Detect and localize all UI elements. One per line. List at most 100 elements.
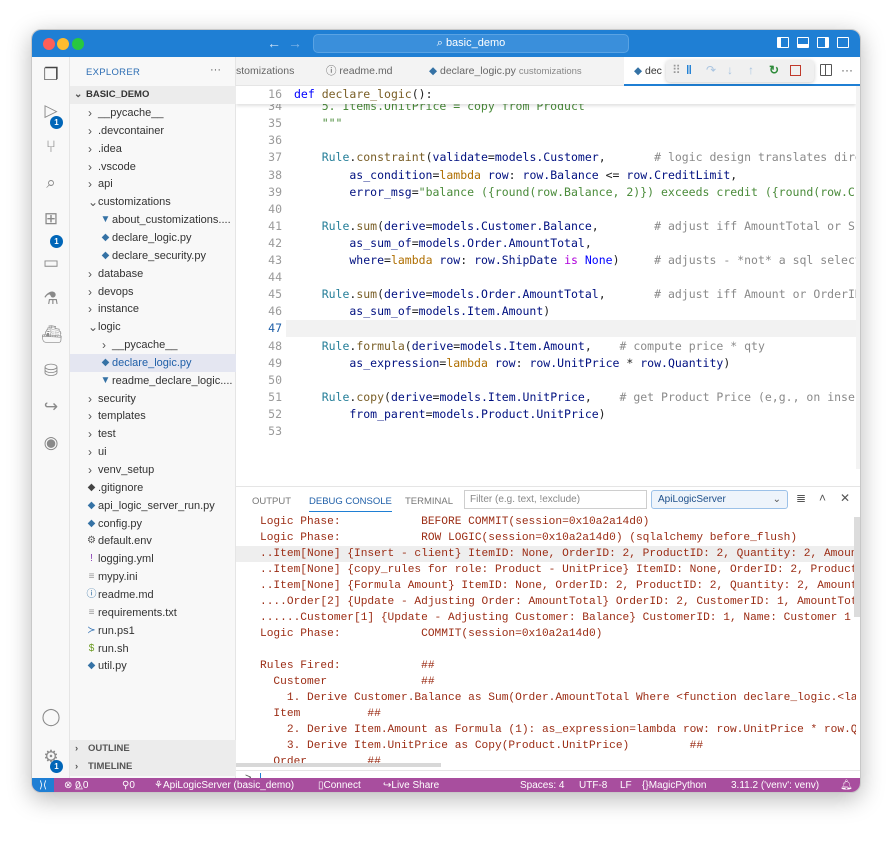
tree-item[interactable]: ◆ config.py [70, 515, 236, 533]
tree-item[interactable]: ⚙ default.env [70, 532, 236, 550]
docker-icon[interactable]: ⛴ [41, 325, 63, 345]
database-icon[interactable]: ⛁ [41, 361, 61, 381]
encoding-status[interactable]: UTF-8 [579, 778, 607, 792]
github-icon[interactable]: ◉ [41, 433, 61, 453]
tree-item[interactable]: ◆ api_logic_server_run.py [70, 497, 236, 515]
console-filter-input[interactable]: Filter (e.g. text, !exclude) [464, 490, 647, 509]
tree-item[interactable]: › ui [70, 443, 236, 461]
tab-declare-logic-customizations[interactable]: ◆ declare_logic.py customizations [429, 57, 582, 86]
python-interpreter-status[interactable]: 3.11.2 ('venv': venv) [731, 778, 819, 792]
tree-item[interactable]: ◆ .gitignore [70, 479, 236, 497]
command-center-search[interactable]: ⌕ basic_demo [313, 34, 629, 53]
tree-item[interactable]: › __pycache__ [70, 104, 236, 122]
tree-item[interactable]: ≡ mypy.ini [70, 568, 236, 586]
editor-scrollbar[interactable] [856, 86, 860, 469]
account-icon[interactable]: ◯ [41, 707, 61, 727]
pause-icon[interactable]: ‖ [686, 63, 692, 77]
sticky-scroll-header[interactable]: 16 def declare_logic(): [236, 86, 856, 104]
remote-explorer-icon[interactable]: ▭ [41, 253, 61, 273]
tree-item[interactable]: › .devcontainer [70, 122, 236, 140]
language-status[interactable]: {} MagicPython [642, 778, 707, 792]
code-token: def [294, 87, 322, 101]
tree-item[interactable]: › venv_setup [70, 461, 236, 479]
outline-section[interactable]: › OUTLINE [70, 740, 236, 758]
tree-item[interactable]: › __pycache__ [70, 336, 236, 354]
code-token: Rule [294, 150, 350, 165]
code-line: Rule.formula(derive=models.Item.Amount, … [294, 338, 765, 355]
live-share-icon[interactable]: ↪ [41, 397, 61, 417]
step-over-icon[interactable]: ↷ [706, 63, 716, 77]
tree-item[interactable]: › database [70, 265, 236, 283]
clear-console-icon[interactable]: ≣ [796, 491, 806, 505]
stop-icon[interactable] [790, 65, 801, 76]
source-control-icon[interactable]: ⑂ [41, 137, 61, 157]
toggle-sidebar-icon[interactable] [777, 37, 789, 48]
tree-item[interactable]: › instance [70, 300, 236, 318]
explorer-icon[interactable]: ❐ [41, 65, 61, 85]
close-window-button[interactable] [43, 38, 55, 50]
toggle-panel-icon[interactable] [797, 37, 809, 48]
debug-session-status[interactable]: ⚘ ApiLogicServer (basic_demo) [154, 778, 294, 792]
tree-item[interactable]: ⌄ logic [70, 318, 236, 336]
tree-item[interactable]: › api [70, 175, 236, 193]
back-arrow-icon[interactable]: ← [267, 35, 281, 51]
drag-handle-icon[interactable]: ⠿ [672, 63, 681, 77]
search-icon[interactable]: ⌕ [41, 173, 61, 193]
tab-customizations[interactable]: stomizations [236, 57, 294, 86]
workspace-root[interactable]: ⌄ BASIC_DEMO [70, 86, 236, 104]
extensions-icon[interactable]: ⊞ [41, 209, 61, 229]
split-editor-icon[interactable] [820, 64, 832, 76]
tree-item[interactable]: › templates [70, 407, 236, 425]
tree-item[interactable]: › security [70, 390, 236, 408]
tree-item[interactable]: ▼ readme_declare_logic.... [70, 372, 236, 390]
tree-item[interactable]: ≡ requirements.txt [70, 604, 236, 622]
minimize-window-button[interactable] [57, 38, 69, 50]
problems-indicator[interactable]: ⊗ 0 △ 0 [64, 778, 88, 792]
timeline-section[interactable]: › TIMELINE [70, 758, 236, 776]
eol-status[interactable]: LF [620, 778, 632, 792]
step-into-icon[interactable]: ↓ [727, 63, 733, 77]
tree-item[interactable]: ◆ declare_security.py [70, 247, 236, 265]
tree-item[interactable]: ◆ util.py [70, 657, 236, 675]
ports-indicator[interactable]: ⚲ 0 [122, 778, 135, 792]
tree-item[interactable]: ◆ declare_logic.py [70, 353, 236, 372]
live-share-status[interactable]: ↪ Live Share [383, 778, 439, 792]
tree-item[interactable]: › .vscode [70, 158, 236, 176]
console-vertical-scrollbar[interactable] [854, 517, 860, 617]
tab-terminal[interactable]: TERMINAL [405, 496, 453, 507]
more-actions-icon[interactable]: ··· [841, 63, 853, 77]
step-out-icon[interactable]: ↑ [748, 63, 754, 77]
explorer-more-button[interactable]: ··· [210, 64, 221, 76]
zoom-window-button[interactable] [72, 38, 84, 50]
tab-readme[interactable]: ⓘ readme.md [326, 57, 393, 86]
console-horizontal-scrollbar[interactable] [236, 763, 441, 767]
close-panel-icon[interactable]: ✕ [840, 491, 850, 505]
tree-item[interactable]: ⓘ readme.md [70, 586, 236, 604]
customize-layout-icon[interactable] [837, 37, 849, 48]
maximize-panel-icon[interactable]: ˄ [819, 491, 826, 505]
tree-item[interactable]: › .idea [70, 140, 236, 158]
tree-item[interactable]: › devops [70, 283, 236, 301]
tree-item[interactable]: ◆ declare_logic.py [70, 229, 236, 247]
forward-arrow-icon[interactable]: → [288, 35, 302, 51]
remote-indicator-icon[interactable]: ⟩⟨ [32, 778, 54, 792]
tree-item[interactable]: $ run.sh [70, 640, 236, 658]
tab-debug-console[interactable]: DEBUG CONSOLE [309, 496, 392, 512]
toggle-secondary-sidebar-icon[interactable] [817, 37, 829, 48]
tree-item[interactable]: ≻ run.ps1 [70, 622, 236, 640]
code-editor[interactable]: 16def declare_logic():3334 5. Items.Unit… [236, 86, 856, 469]
code-token: = [487, 150, 495, 165]
tree-item[interactable]: ⌄ customizations [70, 193, 236, 211]
tree-item[interactable]: ▼ about_customizations.... [70, 211, 236, 229]
debug-session-select[interactable]: ApiLogicServer ⌄ [651, 490, 788, 509]
indentation-status[interactable]: Spaces: 4 [520, 778, 564, 792]
tree-item[interactable]: › test [70, 425, 236, 443]
tree-item[interactable]: ! logging.yml [70, 550, 236, 568]
tree-item-label: devops [98, 285, 134, 298]
connect-status[interactable]: ▯ Connect [318, 778, 361, 792]
code-token: , [730, 167, 738, 182]
restart-icon[interactable]: ↻ [769, 63, 779, 77]
testing-icon[interactable]: ⚗ [41, 289, 61, 309]
tab-output[interactable]: OUTPUT [252, 496, 291, 507]
notifications-bell-icon[interactable]: 🔔︎ [840, 778, 853, 792]
